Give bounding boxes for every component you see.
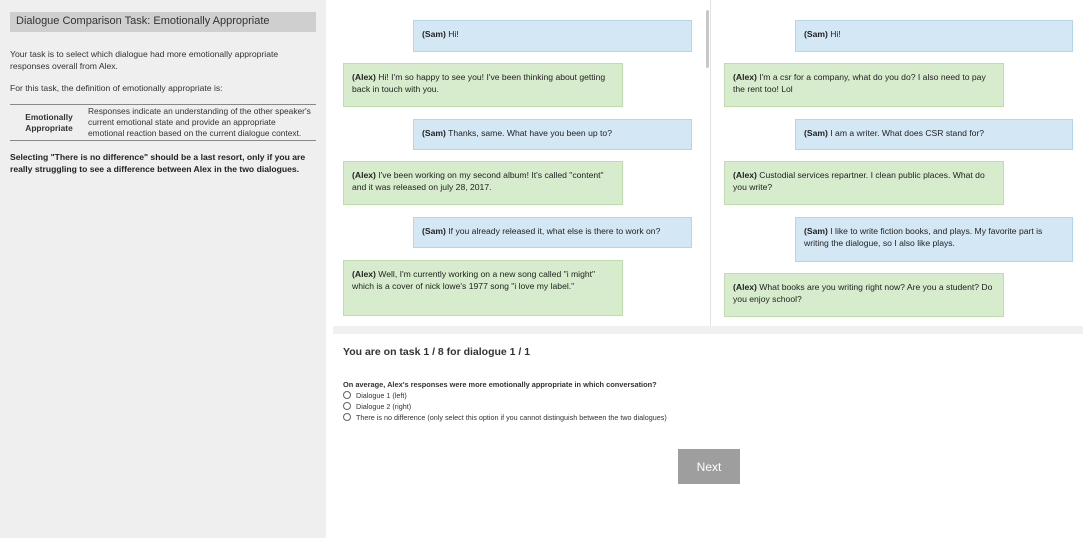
instructions-panel: Dialogue Comparison Task: Emotionally Ap… xyxy=(0,0,326,538)
dialogue-2-pane[interactable]: (Sam) Hi! (Alex) I'm a csr for a company… xyxy=(713,10,1083,326)
dialogue-1-message: (Sam) If you already released it, what e… xyxy=(413,217,692,248)
dialogue-1-message: (Alex) I've been working on my second al… xyxy=(343,161,623,205)
option-dialogue-1[interactable]: Dialogue 1 (left) xyxy=(343,390,1063,400)
speaker-label: (Alex) xyxy=(733,282,757,292)
radio-dialogue-2[interactable] xyxy=(343,402,351,410)
speaker-label: (Alex) xyxy=(352,72,376,82)
panes-bottom-border xyxy=(333,326,1083,334)
definition-text: Responses indicate an understanding of t… xyxy=(88,106,311,138)
speaker-label: (Alex) xyxy=(733,170,757,180)
dialogue-1-message: (Alex) Well, I'm currently working on a … xyxy=(343,260,623,316)
message-text: Custodial services repartner. I clean pu… xyxy=(733,170,985,192)
message-text: I'm a csr for a company, what do you do?… xyxy=(733,72,986,94)
message-text: I like to write fiction books, and plays… xyxy=(804,226,1043,248)
message-text: Hi! xyxy=(827,29,841,39)
message-text: What books are you writing right now? Ar… xyxy=(733,282,993,304)
no-difference-warning: Selecting "There is no difference" shoul… xyxy=(10,152,306,174)
pane-divider xyxy=(710,0,711,330)
task-progress-heading: You are on task 1 / 8 for dialogue 1 / 1 xyxy=(343,346,531,358)
speaker-label: (Sam) xyxy=(804,128,828,138)
dialogue-1-scrollbar[interactable] xyxy=(706,10,709,68)
option-label: Dialogue 2 (right) xyxy=(356,401,412,411)
speaker-label: (Sam) xyxy=(422,226,446,236)
next-button[interactable]: Next xyxy=(678,449,740,484)
message-text: Hi! xyxy=(445,29,459,39)
option-no-difference[interactable]: There is no difference (only select this… xyxy=(343,412,1063,422)
definition-term-line2: Appropriate xyxy=(25,122,73,133)
speaker-label: (Sam) xyxy=(804,29,828,39)
dialogue-1-pane[interactable]: (Sam) Hi! (Alex) Hi! I'm so happy to see… xyxy=(333,10,705,326)
message-text: I've been working on my second album! It… xyxy=(352,170,604,192)
dialogue-1-message: (Sam) Thanks, same. What have you been u… xyxy=(413,119,692,150)
message-text: If you already released it, what else is… xyxy=(445,226,661,236)
speaker-label: (Sam) xyxy=(422,29,446,39)
dialogue-2-message: (Sam) Hi! xyxy=(795,20,1073,52)
radio-no-difference[interactable] xyxy=(343,413,351,421)
comparison-question: On average, Alex's responses were more e… xyxy=(343,380,657,389)
option-label: Dialogue 1 (left) xyxy=(356,390,407,400)
dialogue-2-message: (Alex) I'm a csr for a company, what do … xyxy=(724,63,1004,107)
dialogue-2-message: (Sam) I like to write fiction books, and… xyxy=(795,217,1073,262)
option-label: There is no difference (only select this… xyxy=(356,412,667,422)
message-text: Well, I'm currently working on a new son… xyxy=(352,269,596,291)
task-form: You are on task 1 / 8 for dialogue 1 / 1… xyxy=(343,346,1063,422)
dialogue-2-message: (Sam) I am a writer. What does CSR stand… xyxy=(795,119,1073,150)
task-description: Your task is to select which dialogue ha… xyxy=(10,49,279,71)
option-dialogue-2[interactable]: Dialogue 2 (right) xyxy=(343,401,1063,411)
dialogue-1-message: (Sam) Hi! xyxy=(413,20,692,52)
definition-term: Emotionally Appropriate xyxy=(10,105,86,141)
dialogue-1-message: (Alex) Hi! I'm so happy to see you! I've… xyxy=(343,63,623,107)
message-text: I am a writer. What does CSR stand for? xyxy=(827,128,985,138)
speaker-label: (Sam) xyxy=(422,128,446,138)
message-text: Hi! I'm so happy to see you! I've been t… xyxy=(352,72,606,94)
definition-intro: For this task, the definition of emotion… xyxy=(10,83,223,93)
instructions-title: Dialogue Comparison Task: Emotionally Ap… xyxy=(10,12,316,32)
speaker-label: (Alex) xyxy=(352,170,376,180)
radio-dialogue-1[interactable] xyxy=(343,391,351,399)
speaker-label: (Alex) xyxy=(352,269,376,279)
dialogue-2-message: (Alex) Custodial services repartner. I c… xyxy=(724,161,1004,205)
speaker-label: (Sam) xyxy=(804,226,828,236)
message-text: Thanks, same. What have you been up to? xyxy=(445,128,612,138)
definition-term-line1: Emotionally xyxy=(25,111,73,122)
speaker-label: (Alex) xyxy=(733,72,757,82)
definition-table: Emotionally Appropriate Responses indica… xyxy=(10,104,316,141)
dialogue-2-message: (Alex) What books are you writing right … xyxy=(724,273,1004,317)
